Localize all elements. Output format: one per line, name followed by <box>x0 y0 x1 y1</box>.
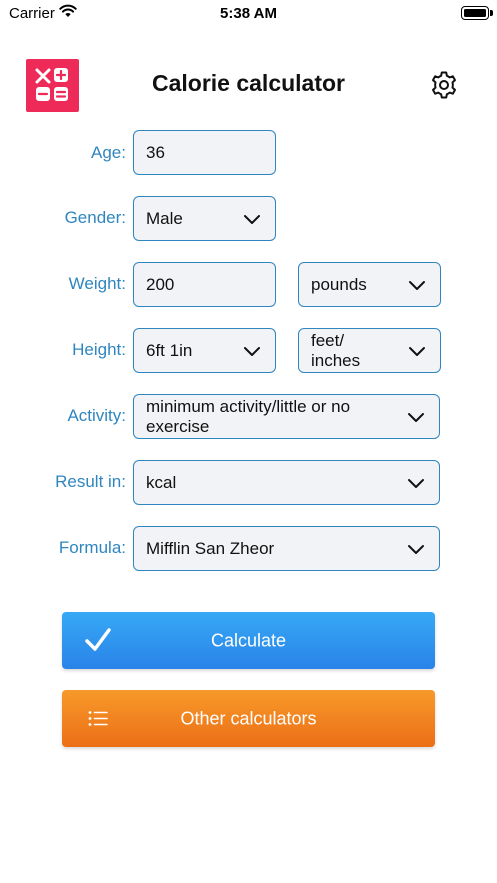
chevron-down-icon <box>409 346 425 356</box>
gear-icon <box>432 71 456 99</box>
weight-unit-value: pounds <box>311 274 367 294</box>
gender-label: Gender: <box>64 208 126 227</box>
activity-value: minimum activity/little or no exercise <box>146 396 351 436</box>
page-title: Calorie calculator <box>151 70 346 96</box>
weight-unit-select[interactable]: pounds <box>298 262 441 307</box>
height-unit-select[interactable]: feet/ inches <box>298 328 441 373</box>
status-bar: Carrier 5:38 AM <box>0 0 497 28</box>
other-calculators-button[interactable]: Other calculators <box>62 690 435 747</box>
chevron-down-icon <box>408 412 424 422</box>
age-value: 36 <box>146 142 165 162</box>
height-label: Height: <box>72 340 126 359</box>
age-label: Age: <box>91 143 126 162</box>
height-unit-value: feet/ inches <box>311 330 361 370</box>
gender-value: Male <box>146 208 183 228</box>
calculate-label: Calculate <box>210 630 287 650</box>
calculate-button[interactable]: Calculate <box>62 612 435 669</box>
result-in-label: Result in: <box>55 472 126 491</box>
status-time: 5:38 AM <box>220 5 277 22</box>
formula-value: Mifflin San Zheor <box>146 538 275 558</box>
other-calculators-label: Other calculators <box>180 708 317 728</box>
weight-input[interactable]: 200 <box>133 262 276 307</box>
activity-label: Activity: <box>67 406 126 425</box>
battery-icon <box>461 6 493 20</box>
settings-button[interactable] <box>428 69 460 101</box>
chevron-down-icon <box>244 346 260 356</box>
chevron-down-icon <box>409 280 425 290</box>
weight-value: 200 <box>146 274 175 294</box>
chevron-down-icon <box>408 544 424 554</box>
activity-select[interactable]: minimum activity/little or no exercise <box>133 394 440 439</box>
age-input[interactable]: 36 <box>133 130 276 175</box>
result-unit-value: kcal <box>146 472 177 492</box>
weight-label: Weight: <box>68 274 126 293</box>
formula-select[interactable]: Mifflin San Zheor <box>133 526 440 571</box>
height-select[interactable]: 6ft 1in <box>133 328 276 373</box>
result-unit-select[interactable]: kcal <box>133 460 440 505</box>
chevron-down-icon <box>244 214 260 224</box>
height-value: 6ft 1in <box>146 340 193 360</box>
gender-select[interactable]: Male <box>133 196 276 241</box>
chevron-down-icon <box>408 478 424 488</box>
formula-label: Formula: <box>58 538 126 557</box>
